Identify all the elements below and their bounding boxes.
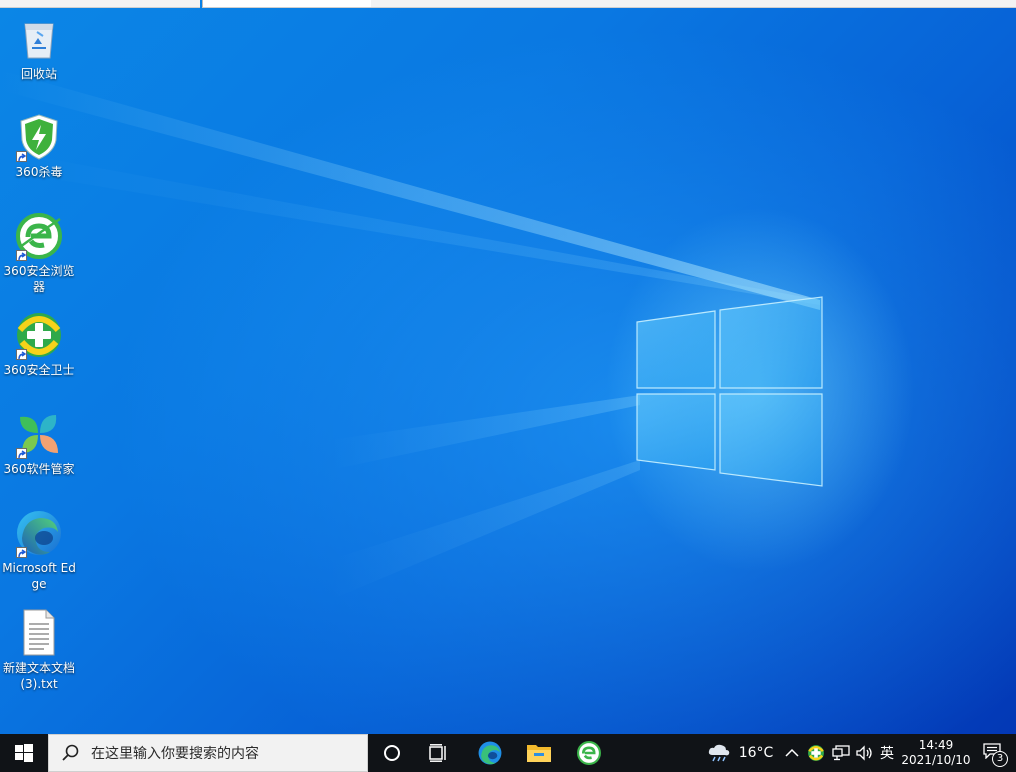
- desktop-icon-360-security-guard[interactable]: 360安全卫士: [0, 310, 78, 378]
- cloud-rain-icon: [708, 744, 729, 762]
- windows-start-icon: [15, 744, 33, 762]
- taskbar-app-360-browser[interactable]: [566, 734, 612, 772]
- window-tab-strip: [0, 0, 1016, 8]
- desktop-icon-label: 新建文本文档 (3).txt: [2, 661, 75, 691]
- speaker-icon: [856, 745, 872, 761]
- taskbar: 在这里输入你要搜索的内容 16°C 英 14:49 2021/10/10 3: [0, 734, 1016, 772]
- taskbar-app-file-explorer[interactable]: [516, 734, 562, 772]
- 360-software-manager-icon: [14, 409, 64, 459]
- desktop-icon-360-antivirus[interactable]: 360杀毒: [0, 112, 78, 180]
- desktop-icon-recycle-bin[interactable]: 回收站: [0, 14, 78, 82]
- input-method-indicator[interactable]: 英: [876, 734, 898, 772]
- desktop-icon-360-browser[interactable]: 360安全浏览器: [0, 211, 78, 295]
- 360-browser-icon: [577, 741, 601, 765]
- taskbar-search-box[interactable]: 在这里输入你要搜索的内容: [48, 734, 368, 772]
- tab-strip-active[interactable]: [202, 0, 372, 8]
- network-icon: [832, 745, 850, 761]
- tray-volume[interactable]: [853, 734, 877, 772]
- wallpaper-light-beams: [0, 70, 823, 600]
- tab-strip-left[interactable]: [0, 0, 200, 8]
- edge-icon: [14, 508, 64, 558]
- show-hidden-icons-button[interactable]: [782, 734, 802, 772]
- shortcut-arrow-icon: [16, 250, 27, 261]
- file-explorer-icon: [527, 745, 551, 762]
- desktop-icon-label: 360安全浏览器: [3, 264, 75, 294]
- search-placeholder: 在这里输入你要搜索的内容: [91, 746, 259, 762]
- 360-security-guard-icon: [808, 745, 824, 761]
- desktop-icon-edge[interactable]: Microsoft Edge: [0, 508, 78, 592]
- search-icon: [62, 744, 79, 761]
- clock[interactable]: 14:49 2021/10/10: [898, 734, 974, 772]
- weather-widget[interactable]: 16°C: [702, 734, 778, 772]
- desktop-icon-label: 360杀毒: [15, 165, 63, 179]
- clock-date: 2021/10/10: [901, 753, 971, 767]
- weather-temperature: 16°C: [738, 745, 774, 761]
- tab-strip-right[interactable]: [371, 0, 1016, 8]
- 360-browser-icon: [14, 211, 64, 261]
- shortcut-arrow-icon: [16, 448, 27, 459]
- 360-security-guard-icon: [14, 310, 64, 360]
- text-file-icon: [14, 608, 64, 658]
- cortana-button[interactable]: [370, 734, 414, 772]
- desktop-icon-label: Microsoft Edge: [2, 561, 76, 591]
- cortana-icon: [384, 745, 400, 761]
- notification-count-badge: 3: [992, 751, 1008, 767]
- desktop-icon-360-software-manager[interactable]: 360软件管家: [0, 409, 78, 477]
- chevron-up-icon: [785, 748, 799, 757]
- edge-icon: [478, 741, 502, 765]
- clock-time: 14:49: [918, 738, 954, 752]
- shortcut-arrow-icon: [16, 349, 27, 360]
- start-button[interactable]: [0, 734, 48, 772]
- taskbar-app-edge[interactable]: [467, 734, 513, 772]
- desktop-icon-text-file[interactable]: 新建文本文档 (3).txt: [0, 608, 78, 692]
- windows-logo-wallpaper: [636, 296, 823, 487]
- shortcut-arrow-icon: [16, 547, 27, 558]
- recycle-bin-icon: [14, 14, 64, 64]
- 360-antivirus-icon: [14, 112, 64, 162]
- shortcut-arrow-icon: [16, 151, 27, 162]
- tray-network[interactable]: [829, 734, 853, 772]
- task-view-icon: [429, 744, 446, 762]
- tray-360-security[interactable]: [804, 734, 828, 772]
- ime-label: 英: [880, 746, 894, 762]
- desktop-icon-label: 回收站: [20, 67, 57, 81]
- desktop-icon-label: 360安全卫士: [3, 363, 75, 377]
- task-view-button[interactable]: [416, 734, 462, 772]
- action-center-button[interactable]: 3: [976, 734, 1010, 772]
- desktop-icon-label: 360软件管家: [3, 462, 75, 476]
- desktop[interactable]: 回收站 360杀毒 360安全浏览器 360安全卫士 360软件管家 Micro…: [0, 0, 1016, 734]
